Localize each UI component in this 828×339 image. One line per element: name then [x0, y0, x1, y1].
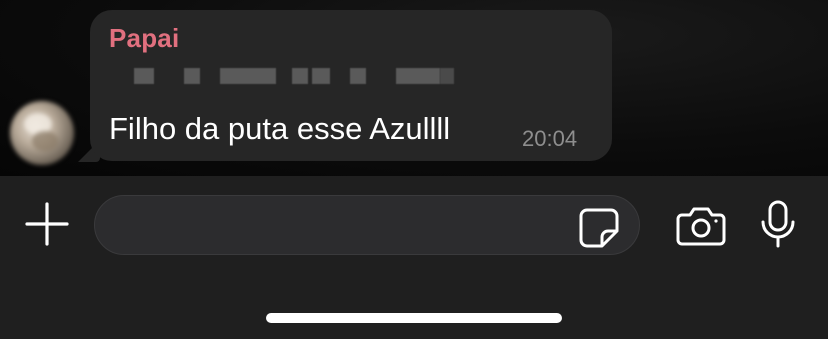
composer-bar [0, 176, 828, 339]
obscured-text [134, 66, 454, 86]
sender-name[interactable]: Papai [109, 23, 179, 54]
message-bubble[interactable]: Papai Filho da puta esse Azullll 20:04 [90, 10, 612, 161]
message-input[interactable] [94, 195, 640, 255]
message-text: Filho da puta esse Azullll [109, 111, 451, 146]
plus-icon[interactable] [24, 201, 70, 247]
sticker-icon[interactable] [578, 207, 620, 249]
message-timestamp: 20:04 [522, 126, 578, 151]
avatar[interactable] [10, 101, 74, 165]
chat-background: Papai Filho da puta esse Azullll 20:04 [0, 0, 828, 176]
camera-icon[interactable] [676, 206, 726, 246]
microphone-icon[interactable] [760, 200, 796, 248]
home-indicator[interactable] [266, 313, 562, 323]
chat-screen: Papai Filho da puta esse Azullll 20:04 [0, 0, 828, 339]
